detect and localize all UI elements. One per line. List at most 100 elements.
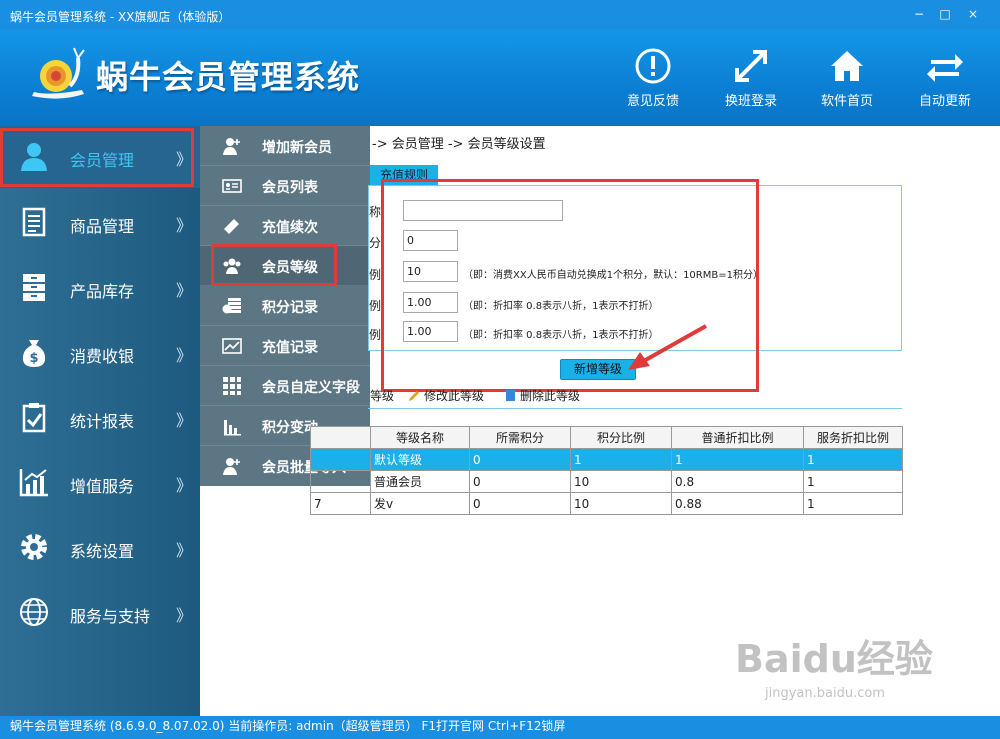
sidebar-item-value-added[interactable]: 增值服务 》 — [0, 452, 200, 514]
coins-icon — [222, 298, 241, 314]
edit-level-action[interactable]: 修改此等级 — [408, 387, 484, 404]
switch-shift-icon — [735, 50, 767, 82]
sidebar-item-label: 统计报表 — [70, 412, 135, 431]
column-header — [310, 426, 371, 449]
cabinet-icon — [23, 274, 45, 301]
table-cell: 10 — [570, 492, 672, 515]
chevron-right-icon: 》 — [176, 606, 193, 625]
window-title: 蜗牛会员管理系统 - XX旗舰店（体验版） — [10, 10, 231, 24]
feedback-button[interactable]: 意见反馈 — [608, 46, 698, 116]
sidebar-item-cashier[interactable]: $ 消费收银 》 — [0, 322, 200, 384]
feedback-icon — [635, 48, 671, 84]
sidebar-item-label: 服务与支持 — [70, 607, 151, 626]
submenu-item-label: 会员自定义字段 — [262, 380, 360, 396]
sidebar-item-label: 增值服务 — [70, 477, 135, 496]
sidebar-item-settings[interactable]: 系统设置 》 — [0, 517, 200, 579]
money-bag-icon: $ — [22, 340, 46, 367]
import-icon — [223, 458, 240, 475]
globe-icon — [20, 598, 48, 626]
refresh-icon — [927, 54, 963, 82]
home-icon — [831, 51, 863, 81]
chart-icon — [19, 469, 48, 497]
svg-text:$: $ — [29, 351, 38, 366]
column-header: 积分比例 — [570, 426, 672, 449]
title-bar: 蜗牛会员管理系统 - XX旗舰店（体验版） − □ × — [0, 0, 1000, 30]
document-icon — [22, 207, 46, 237]
submenu-item-member-list[interactable]: 会员列表 — [200, 166, 370, 206]
chevron-right-icon: 》 — [176, 216, 193, 235]
trend-icon — [222, 338, 242, 354]
sidebar: 会员管理 》 商品管理 》 产品库存 》 $ 消费收银 》 统计报表 》 增值服… — [0, 126, 200, 716]
table-cell: 0 — [469, 448, 571, 471]
table-cell: 7 — [310, 492, 371, 515]
app-header: 蜗牛会员管理系统 意见反馈 换班登录 软件首页 自动更新 — [0, 30, 1000, 126]
sidebar-item-support[interactable]: 服务与支持 》 — [0, 582, 200, 644]
baidu-watermark: Baidu经验 jingyan.baidu.com — [735, 628, 933, 701]
app-name: 蜗牛会员管理系统 — [96, 58, 361, 96]
close-button[interactable]: × — [962, 6, 984, 22]
chevron-right-icon: 》 — [176, 476, 193, 495]
submenu-item-points-record[interactable]: 积分记录 — [200, 286, 370, 326]
watermark-url: jingyan.baidu.com — [765, 686, 885, 701]
table-row[interactable]: 7 发v 0 10 0.88 1 — [310, 492, 903, 515]
sidebar-item-label: 消费收银 — [70, 347, 135, 366]
table-cell: 默认等级 — [370, 448, 470, 471]
table-cell: 1 — [803, 448, 903, 471]
table-cell: 1 — [671, 448, 804, 471]
table-row[interactable]: 默认等级 0 1 1 1 — [310, 448, 903, 471]
table-cell: 0 — [469, 492, 571, 515]
submenu-item-label: 积分记录 — [262, 300, 318, 316]
submenu-item-custom-fields[interactable]: 会员自定义字段 — [200, 366, 370, 406]
submenu-item-recharge-record[interactable]: 充值记录 — [200, 326, 370, 366]
id-card-icon — [222, 179, 242, 193]
edit-level-label: 修改此等级 — [424, 389, 485, 403]
column-header: 普通折扣比例 — [671, 426, 804, 449]
chevron-right-icon: 》 — [176, 281, 193, 300]
maximize-button[interactable]: □ — [934, 6, 956, 22]
level-actions: 等级 修改此等级 删除此等级 — [368, 385, 902, 409]
column-header: 等级名称 — [370, 426, 470, 449]
submenu-item-label: 充值记录 — [262, 340, 318, 356]
grid-icon — [223, 377, 241, 395]
table-cell: 1 — [803, 492, 903, 515]
update-button[interactable]: 自动更新 — [900, 46, 990, 116]
breadcrumb: -> 会员管理 -> 会员等级设置 — [372, 137, 546, 152]
add-level-action[interactable]: 等级 — [370, 387, 394, 404]
pencil-icon — [409, 391, 419, 401]
table-row[interactable]: 普通会员 0 10 0.8 1 — [310, 470, 903, 493]
sidebar-item-inventory[interactable]: 产品库存 》 — [0, 257, 200, 319]
table-cell: 1 — [803, 470, 903, 493]
submenu-item-label: 增加新会员 — [262, 140, 332, 156]
delete-level-action[interactable]: 删除此等级 — [504, 387, 580, 404]
table-cell: 0.88 — [671, 492, 804, 515]
table-cell: 1 — [570, 448, 672, 471]
table-cell: 0 — [469, 470, 571, 493]
delete-level-label: 删除此等级 — [520, 389, 581, 403]
chevron-right-icon: 》 — [176, 346, 193, 365]
table-cell: 普通会员 — [370, 470, 470, 493]
feedback-label: 意见反馈 — [626, 94, 679, 109]
sidebar-item-label: 商品管理 — [70, 217, 135, 236]
submenu-item-add-member[interactable]: 增加新会员 — [200, 126, 370, 166]
clipboard-icon — [22, 403, 46, 433]
sidebar-item-label: 系统设置 — [70, 542, 135, 561]
home-button[interactable]: 软件首页 — [802, 46, 892, 116]
sidebar-item-goods[interactable]: 商品管理 》 — [0, 192, 200, 254]
switch-shift-button[interactable]: 换班登录 — [706, 46, 796, 116]
trash-icon — [505, 390, 516, 401]
switch-shift-label: 换班登录 — [724, 94, 777, 109]
chevron-right-icon: 》 — [176, 541, 193, 560]
status-bar: 蜗牛会员管理系统 (8.6.9.0_8.07.02.0) 当前操作员: admi… — [0, 716, 1000, 739]
bar-chart-icon — [224, 420, 241, 436]
table-cell: 10 — [570, 470, 672, 493]
level-table: 等级名称 所需积分 积分比例 普通折扣比例 服务折扣比例 默认等级 0 1 1 … — [310, 426, 903, 515]
table-cell — [310, 470, 371, 493]
table-header-row: 等级名称 所需积分 积分比例 普通折扣比例 服务折扣比例 — [310, 426, 903, 449]
highlight-box-member — [0, 128, 194, 187]
submenu-item-label: 会员列表 — [262, 180, 318, 196]
sidebar-item-reports[interactable]: 统计报表 》 — [0, 387, 200, 449]
minimize-button[interactable]: − — [908, 6, 930, 22]
chevron-right-icon: 》 — [176, 411, 193, 430]
table-cell: 0.8 — [671, 470, 804, 493]
submenu-item-recharge[interactable]: 充值续次 — [200, 206, 370, 246]
